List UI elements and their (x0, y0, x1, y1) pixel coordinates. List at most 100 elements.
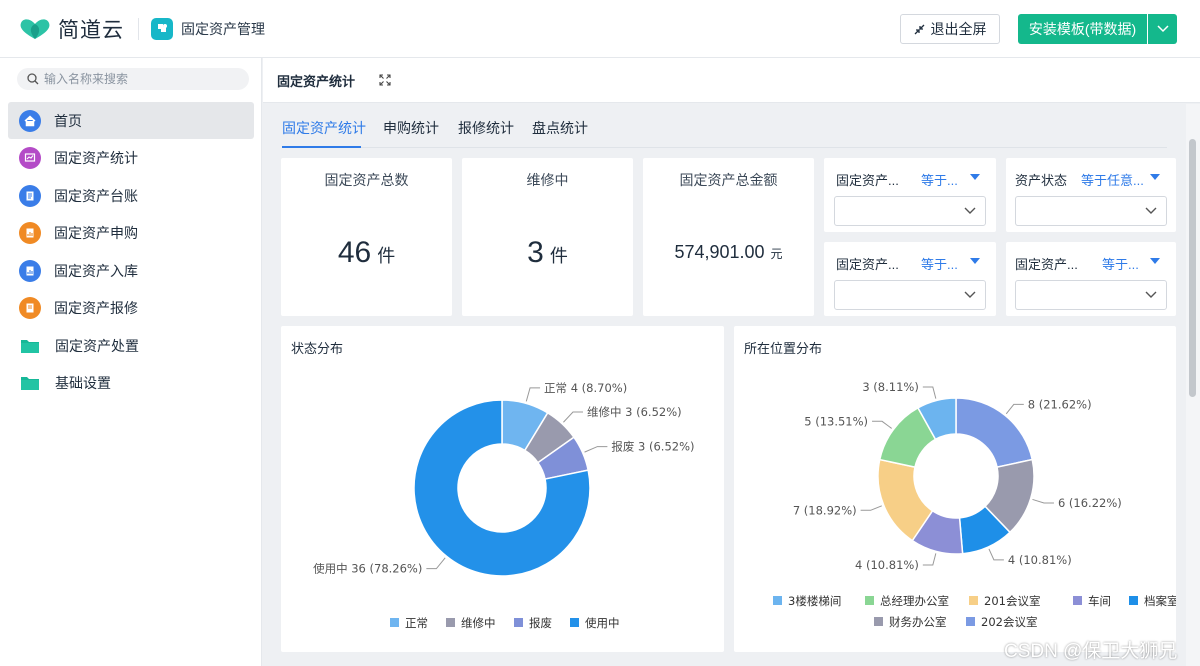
install-dropdown-button[interactable] (1148, 14, 1177, 44)
logo-icon (20, 18, 50, 39)
legend-label[interactable]: 3楼楼梯间 (788, 594, 841, 608)
legend-swatch[interactable] (570, 618, 579, 627)
legend-swatch[interactable] (1073, 596, 1082, 605)
filter-select[interactable] (1015, 280, 1167, 310)
sidebar-item-home[interactable]: 首页 (8, 102, 254, 139)
chevron-down-icon (964, 207, 976, 214)
legend-swatch[interactable] (514, 618, 523, 627)
legend-label[interactable]: 正常 (405, 616, 428, 630)
legend-label[interactable]: 车间 (1088, 594, 1111, 608)
filter-asset-1: 固定资产... 等于... (824, 158, 996, 232)
tab-asset-stats[interactable]: 固定资产统计 (282, 118, 366, 138)
sidebar-item-label: 首页 (54, 112, 82, 129)
kpi-value: 3件 (462, 236, 633, 270)
sidebar-item-asset-disposal[interactable]: 固定资产处置 (8, 327, 254, 364)
tab-bar: 固定资产统计 申购统计 报修统计 盘点统计 (282, 104, 1167, 148)
caret-down-icon[interactable] (970, 174, 980, 180)
legend-label[interactable]: 财务办公室 (889, 615, 947, 629)
sidebar-item-label: 固定资产台账 (54, 187, 138, 204)
filter-asset-3: 固定资产... 等于... (1006, 242, 1176, 316)
chevron-down-icon (964, 291, 976, 298)
kpi-card-amount: 固定资产总金额 574,901.00 元 (643, 158, 814, 316)
data-label: 报废 3 (6.52%) (611, 440, 694, 454)
legend-label[interactable]: 使用中 (585, 616, 620, 630)
caret-down-icon[interactable] (1150, 258, 1160, 264)
legend-label[interactable]: 201会议室 (984, 594, 1040, 608)
legend-swatch[interactable] (446, 618, 455, 627)
data-label: 7 (18.92%) (793, 503, 857, 517)
header-divider (138, 17, 139, 40)
legend-swatch[interactable] (390, 618, 399, 627)
legend-swatch[interactable] (874, 617, 883, 626)
install-template-button[interactable]: 安装模板(带数据) (1018, 14, 1147, 44)
filter-select[interactable] (1015, 196, 1167, 226)
sidebar-item-asset-stats[interactable]: 固定资产统计 (8, 140, 254, 177)
filter-field-label: 固定资产... (836, 173, 899, 188)
pie-slice[interactable] (955, 397, 1034, 469)
filter-operator[interactable]: 等于... (921, 254, 958, 273)
legend-swatch[interactable] (1129, 596, 1138, 605)
exit-fullscreen-button[interactable]: 退出全屏 (900, 14, 1000, 44)
home-icon (19, 109, 41, 132)
sidebar-item-asset-inbound[interactable]: 固定资产入库 (8, 252, 254, 289)
folder-icon (21, 377, 39, 390)
chart-card-status: 状态分布 正常 4 (8.70%) 维修中 3 (6.52%) 报废 3 (6.52… (281, 326, 724, 652)
sidebar-item-asset-repair[interactable]: 固定资产报修 (8, 290, 254, 327)
legend-label[interactable]: 档案室 (1144, 594, 1176, 608)
kpi-unit: 元 (770, 247, 783, 261)
watermark: CSDN @保卫大狮兄 (1004, 641, 1178, 662)
folder-icon (21, 339, 39, 353)
filter-operator[interactable]: 等于任意... (1081, 170, 1144, 189)
legend-label[interactable]: 202会议室 (981, 615, 1037, 629)
legend-label[interactable]: 报废 (529, 616, 552, 630)
sidebar-item-asset-purchase[interactable]: 固定资产申购 (8, 215, 254, 252)
kpi-title: 固定资产总数 (324, 172, 409, 188)
sidebar-item-label: 固定资产报修 (54, 300, 138, 316)
chevron-down-icon (1145, 291, 1157, 298)
main-scrollbar[interactable] (1186, 104, 1200, 666)
data-label: 5 (13.51%) (804, 414, 868, 428)
sidebar-item-label: 基础设置 (55, 375, 111, 391)
sidebar-item-asset-ledger[interactable]: 固定资产台账 (8, 177, 254, 214)
label-leader-line (922, 553, 937, 566)
tab-purchase-stats[interactable]: 申购统计 (383, 118, 439, 138)
logo-text: 简道云 (58, 18, 124, 42)
chevron-down-icon (1156, 25, 1169, 33)
exit-fullscreen-label: 退出全屏 (930, 21, 987, 37)
legend-swatch[interactable] (969, 596, 978, 605)
chart-card-location: 所在位置分布 8 (21.62%) 6 (16.22%) 4 (10.81%) 4 (… (734, 326, 1176, 652)
kpi-unit: 件 (377, 246, 396, 266)
purchase-icon (19, 222, 41, 244)
app-name[interactable]: 固定资产管理 (181, 19, 265, 39)
label-leader-line (860, 505, 882, 511)
scrollbar-thumb[interactable] (1189, 139, 1196, 397)
filter-field-label: 资产状态 (1015, 173, 1068, 188)
chart-icon (19, 147, 41, 169)
filter-select[interactable] (834, 280, 986, 310)
tab-repair-stats[interactable]: 报修统计 (458, 118, 514, 138)
sidebar-item-basic-settings[interactable]: 基础设置 (8, 365, 254, 402)
legend-swatch[interactable] (773, 596, 782, 605)
inbound-icon (19, 259, 41, 282)
legend-swatch[interactable] (865, 596, 874, 605)
tab-inventory-stats[interactable]: 盘点统计 (532, 118, 588, 138)
filter-select[interactable] (834, 196, 986, 226)
legend-swatch[interactable] (966, 617, 975, 626)
filter-operator[interactable]: 等于... (921, 170, 958, 189)
caret-down-icon[interactable] (1150, 174, 1160, 180)
sidebar-item-label: 固定资产入库 (54, 262, 138, 279)
label-leader-line (1005, 403, 1024, 415)
filter-field-label: 固定资产... (836, 257, 899, 272)
search-input[interactable] (44, 72, 234, 86)
brand-logo[interactable]: 简道云 (18, 14, 124, 44)
app-icon (151, 17, 173, 40)
collapse-icon (914, 24, 924, 34)
kpi-number: 46 (337, 236, 372, 269)
sidebar-search[interactable] (17, 68, 249, 90)
caret-down-icon[interactable] (970, 258, 980, 264)
filter-operator[interactable]: 等于... (1102, 254, 1139, 273)
legend-label[interactable]: 总经理办公室 (880, 594, 949, 608)
expand-button[interactable] (379, 74, 391, 86)
legend-label[interactable]: 维修中 (461, 616, 496, 630)
kpi-value: 574,901.00 元 (643, 242, 814, 263)
